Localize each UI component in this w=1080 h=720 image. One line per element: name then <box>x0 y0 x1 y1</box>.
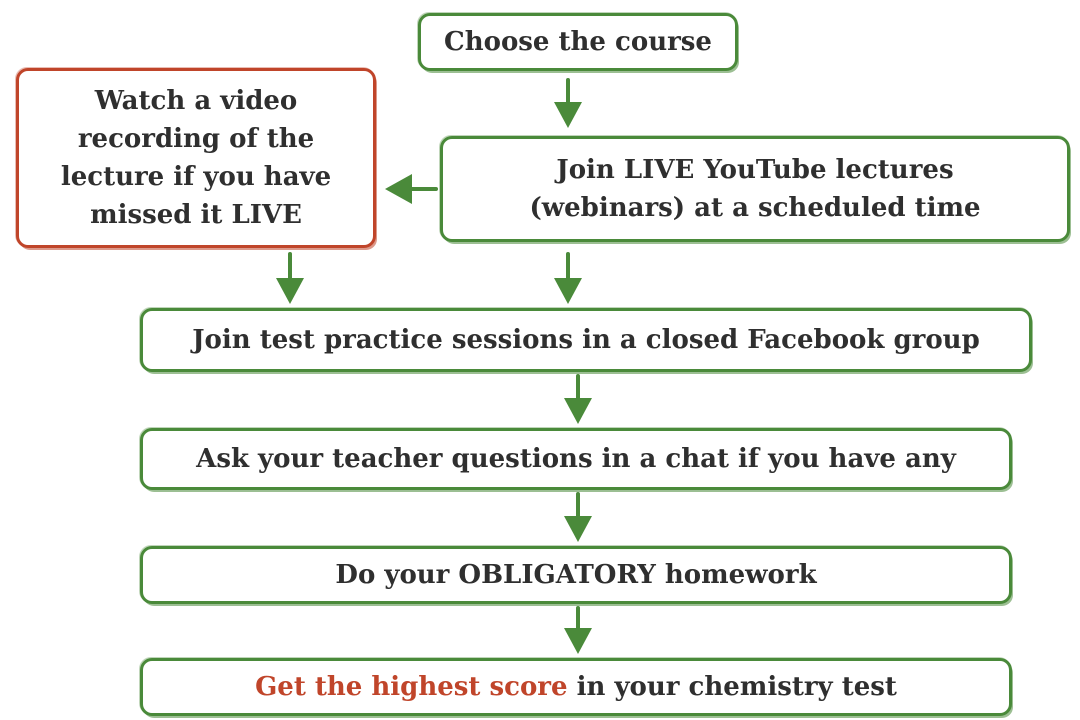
arrow-down-icon <box>554 78 582 128</box>
step-final-highlight: Get the highest score <box>255 672 568 702</box>
step-watch-video: Watch a video recording of the lecture i… <box>16 68 376 248</box>
step-final: Get the highest score in your chemistry … <box>140 658 1012 716</box>
step-ask-teacher-label: Ask your teacher questions in a chat if … <box>196 444 956 474</box>
step-test-practice: Join test practice sessions in a closed … <box>140 308 1032 372</box>
arrow-down-icon <box>564 374 592 424</box>
step-join-live-line2: (webinars) at a scheduled time <box>529 193 981 223</box>
step-join-live-line1: Join LIVE YouTube lectures <box>556 155 954 185</box>
step-ask-teacher: Ask your teacher questions in a chat if … <box>140 428 1012 490</box>
step-join-live: Join LIVE YouTube lectures (webinars) at… <box>440 136 1070 242</box>
arrow-down-icon <box>554 252 582 304</box>
arrow-down-icon <box>564 606 592 654</box>
step-choose-course-label: Choose the course <box>444 27 712 57</box>
step-watch-video-line3: lecture if you have <box>60 162 332 192</box>
arrow-down-icon <box>276 252 304 304</box>
arrow-down-icon <box>564 492 592 542</box>
flowchart-canvas: { "steps": { "choose_course": "Choose th… <box>0 0 1080 720</box>
step-homework: Do your OBLIGATORY homework <box>140 546 1012 604</box>
step-final-rest: in your chemistry test <box>567 672 897 702</box>
step-watch-video-line2: recording of the <box>77 124 315 154</box>
step-choose-course: Choose the course <box>418 13 738 71</box>
step-homework-label: Do your OBLIGATORY homework <box>335 560 817 590</box>
step-watch-video-line4: missed it LIVE <box>90 200 302 230</box>
arrow-left-icon <box>385 174 438 204</box>
step-watch-video-line1: Watch a video <box>94 86 298 116</box>
step-test-practice-label: Join test practice sessions in a closed … <box>192 325 980 355</box>
